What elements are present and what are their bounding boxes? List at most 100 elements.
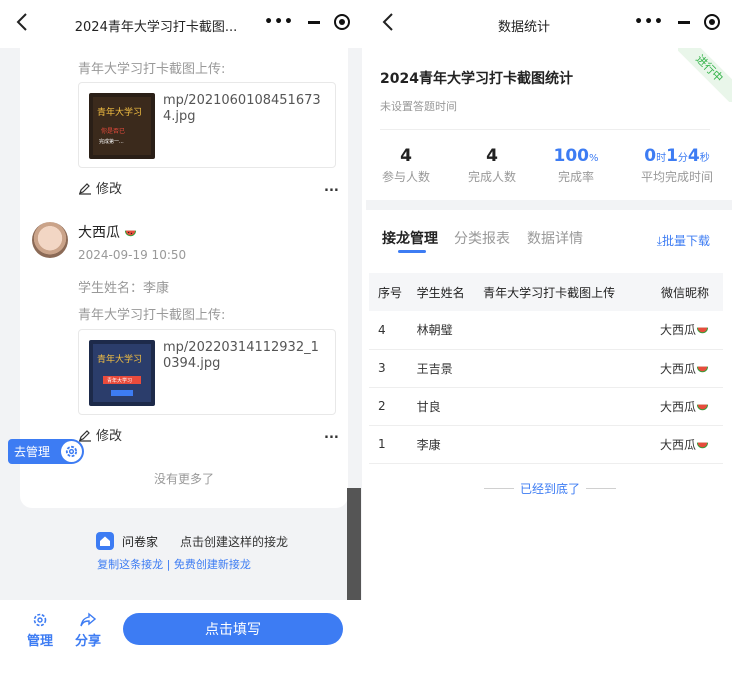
survey-header: 2024青年大学习打卡截图统计 未设置答题时间 进行中 [366, 48, 732, 130]
file-attachment[interactable]: 青年大学习 你是否已 完成第一... mp/20210601084516734.… [78, 82, 336, 168]
avatar [32, 222, 68, 258]
thumbnail-image: 青年大学习 你是否已 完成第一... [89, 93, 155, 159]
survey-title: 2024青年大学习打卡截图统计 [380, 71, 573, 87]
upload-label: 青年大学习打卡截图上传: [78, 62, 226, 77]
user-name: 大西瓜 [78, 222, 137, 242]
pencil-icon [79, 429, 91, 442]
entries-card: 青年大学习打卡截图上传: 青年大学习 你是否已 完成第一... mp/20210… [20, 40, 348, 508]
table-header: 序号 学生姓名 青年大学习打卡截图上传 微信昵称 [369, 273, 723, 311]
stat-participants: 4 参与人数 [381, 146, 430, 184]
manage-float-button[interactable]: 去管理 [8, 439, 84, 464]
brand-slogan: 点击创建这样的接龙 [180, 534, 289, 549]
watermelon-icon [696, 404, 709, 410]
end-text: 已经到底了 [520, 482, 581, 496]
col-name: 学生姓名 [407, 273, 475, 311]
minimize-icon[interactable] [308, 20, 320, 24]
image-thumbnail[interactable]: 青年大学习 你是否已 完成第一... [89, 93, 155, 159]
table-row[interactable]: 3 王吉景 大西瓜 [369, 349, 723, 388]
divider [380, 129, 710, 130]
brand-line: 问卷家 点击创建这样的接龙 [96, 532, 288, 550]
capsule-menu: ••• [634, 14, 720, 30]
table-row[interactable]: 1 李康 大西瓜 [369, 425, 723, 464]
edit-button[interactable]: 修改 [78, 178, 122, 197]
pencil-icon [79, 182, 91, 195]
thumb1-top: 青年大学习 [97, 106, 142, 118]
table-row[interactable]: 4 林朝璧 大西瓜 [369, 311, 723, 350]
link-separator: | [166, 558, 171, 571]
watermelon-icon [696, 442, 709, 448]
file-name: mp/20220314112932_10394.jpg [163, 340, 319, 371]
manage-float-label: 去管理 [14, 445, 51, 459]
capsule-menu: ••• [264, 14, 350, 30]
table-row[interactable]: 2 甘良 大西瓜 [369, 387, 723, 426]
col-upload: 青年大学习打卡截图上传 [474, 273, 639, 311]
page-title: 2024青年大学习打卡截图... [74, 20, 238, 35]
stat-avg-time: 0时1分4秒 平均完成时间 [640, 146, 713, 184]
share-label: 分享 [74, 634, 101, 649]
col-nickname: 微信昵称 [638, 273, 723, 311]
batch-download-button[interactable]: ⤓批量下载 [657, 232, 710, 249]
bottom-bar: 管理 分享 点击填写 [0, 600, 362, 674]
end-line [484, 488, 514, 489]
survey-time: 未设置答题时间 [380, 100, 457, 113]
share-button[interactable]: 分享 [70, 612, 106, 649]
back-button[interactable] [16, 12, 36, 36]
col-index: 序号 [369, 273, 408, 311]
end-of-list: 已经到底了 [484, 480, 617, 497]
minimize-icon[interactable] [678, 20, 690, 24]
student-name: 学生姓名：李康 [78, 281, 170, 296]
left-navbar: 2024青年大学习打卡截图... ••• [0, 0, 362, 48]
watermelon-icon [125, 230, 137, 237]
manage-button[interactable]: 管理 [22, 612, 58, 649]
tab-manage[interactable]: 接龙管理 [382, 228, 438, 248]
right-navbar: 数据统计 ••• [366, 0, 732, 48]
thumbnail-image: 青年大学习 青年大学习 [89, 340, 155, 406]
tab-underline [398, 250, 426, 253]
house-icon [96, 532, 114, 550]
upload-label: 青年大学习打卡截图上传: [78, 308, 226, 323]
gear-icon [61, 441, 82, 462]
edit-button[interactable]: 修改 [78, 425, 122, 444]
brand-name: 问卷家 [122, 534, 159, 549]
manage-label: 管理 [26, 634, 53, 649]
tab-report[interactable]: 分类报表 [454, 228, 510, 248]
watermelon-icon [696, 366, 709, 372]
right-pane: 数据统计 ••• 2024青年大学习打卡截图统计 未设置答题时间 进行中 4 参… [366, 0, 732, 674]
file-attachment[interactable]: 青年大学习 青年大学习 mp/20220314112932_10394.jpg [78, 329, 336, 415]
close-circle-icon[interactable] [334, 14, 350, 30]
close-circle-icon[interactable] [704, 14, 720, 30]
file-name: mp/20210601084516734.jpg [163, 93, 321, 124]
more-button[interactable]: ... [324, 427, 339, 442]
stats-row: 4 参与人数 4 完成人数 100% 完成率 0时1分4秒 平均完成时间 [366, 140, 732, 200]
more-dots-icon[interactable]: ••• [264, 14, 294, 30]
data-table: 序号 学生姓名 青年大学习打卡截图上传 微信昵称 4 林朝璧 大西瓜 3 王吉景… [369, 273, 723, 464]
stat-rate: 100% 完成率 [553, 146, 599, 184]
thumb2-top: 青年大学习 [97, 353, 142, 365]
watermelon-icon [696, 327, 709, 334]
image-thumbnail[interactable]: 青年大学习 青年大学习 [89, 340, 155, 406]
scrollbar[interactable] [347, 488, 361, 600]
thumb1-mid: 你是否已 [101, 127, 125, 135]
chevron-left-icon [16, 13, 27, 31]
gear-icon [33, 613, 47, 627]
section-gap [366, 200, 732, 210]
no-more-text: 没有更多了 [153, 472, 214, 486]
edit-label: 修改 [96, 182, 123, 197]
more-button[interactable]: ... [324, 180, 339, 195]
end-line [586, 488, 617, 489]
back-button[interactable] [382, 12, 402, 36]
share-icon [80, 612, 96, 627]
thumb2-mid: 青年大学习 [107, 377, 132, 384]
edit-label: 修改 [96, 429, 123, 444]
fill-button[interactable]: 点击填写 [123, 613, 343, 645]
submit-date: 2024-09-19 10:50 [78, 248, 187, 262]
copy-link[interactable]: 复制这条接龙 [97, 558, 163, 571]
stat-completed: 4 完成人数 [467, 146, 516, 184]
more-dots-icon[interactable]: ••• [634, 14, 664, 30]
left-pane: 青年大学习打卡截图上传: 青年大学习 你是否已 完成第一... mp/20210… [0, 0, 362, 674]
tab-details[interactable]: 数据详情 [527, 228, 583, 248]
status-badge: 进行中 [678, 48, 732, 102]
create-link[interactable]: 免费创建新接龙 [174, 558, 251, 571]
thumb1-sub: 完成第一... [99, 138, 124, 145]
tab-bar: 接龙管理 分类报表 数据详情 ⤓批量下载 [366, 210, 732, 270]
